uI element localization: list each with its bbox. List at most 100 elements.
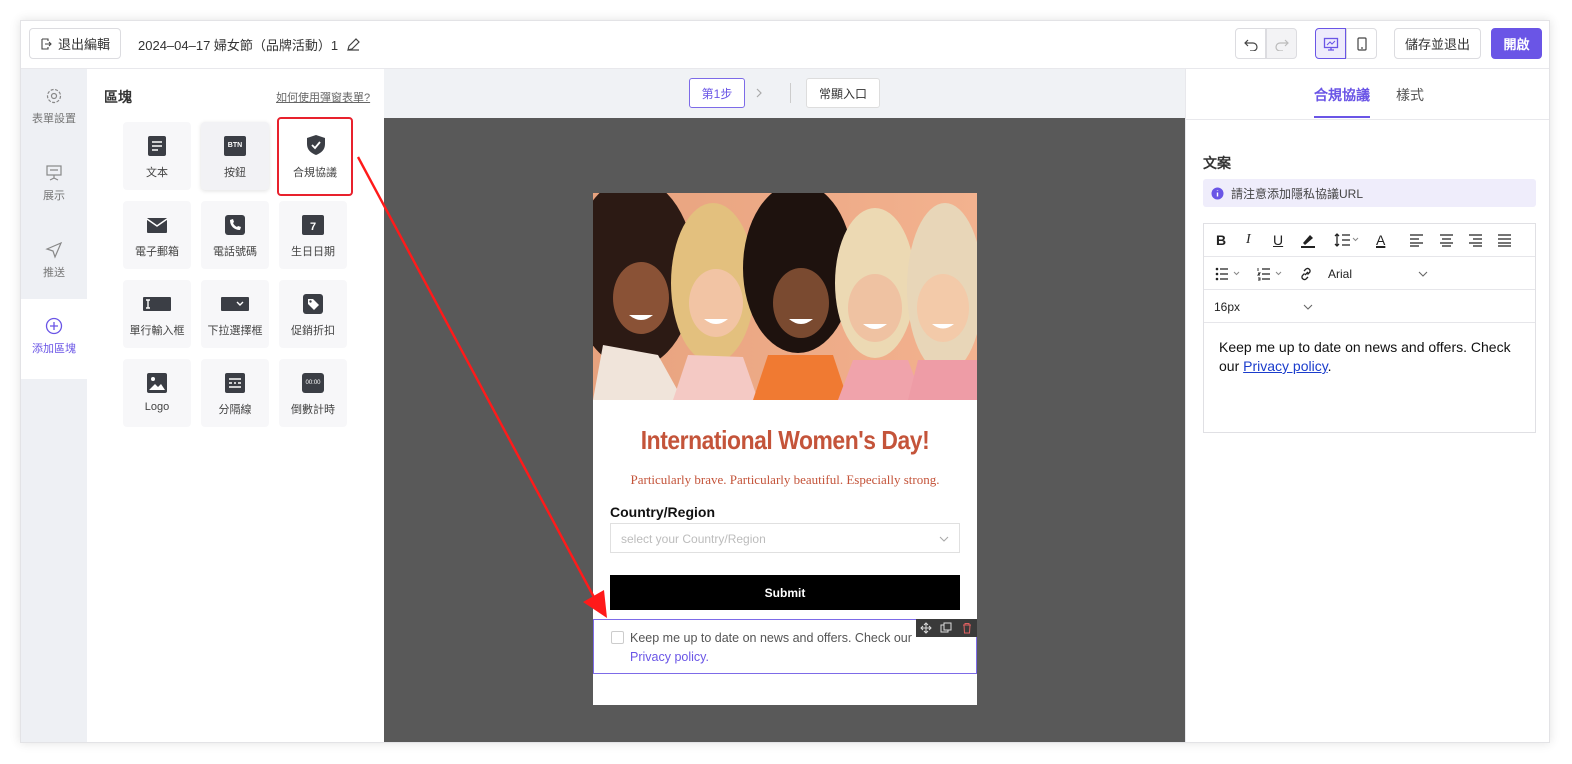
submit-button[interactable]: Submit xyxy=(610,575,960,610)
nav-form-settings[interactable]: 表單設置 xyxy=(21,87,87,126)
align-right-icon[interactable] xyxy=(1468,233,1483,247)
text-icon xyxy=(148,136,166,156)
button-icon: BTN xyxy=(224,136,246,156)
edit-pencil-icon[interactable] xyxy=(346,37,361,52)
exit-edit-label: 退出編輯 xyxy=(57,37,110,52)
block-mini-toolbar xyxy=(916,619,977,637)
privacy-notice-text: 請注意添加隱私協議URL xyxy=(1231,186,1364,201)
hero-image xyxy=(593,193,977,400)
editor-content-end: . xyxy=(1327,358,1332,374)
form-subheading: Particularly brave. Particularly beautif… xyxy=(630,472,940,487)
highlight-icon[interactable] xyxy=(1300,232,1316,249)
canvas-header: 第1步 常顯入口 xyxy=(384,69,1185,118)
tab-compliance[interactable]: 合規協議 xyxy=(1314,85,1370,105)
italic-icon[interactable]: I xyxy=(1246,232,1251,248)
block-tile-label: Logo xyxy=(144,401,170,413)
block-tile-label: 合規協議 xyxy=(293,167,337,179)
block-tile-discount[interactable]: 促銷折扣 xyxy=(279,280,347,348)
line-height-icon[interactable] xyxy=(1333,232,1359,248)
send-icon xyxy=(45,241,63,259)
font-family-select[interactable]: Arial xyxy=(1328,267,1352,281)
properties-panel: 合規協議 樣式 文案 請注意添加隱私協議URL B I U A Arial 16… xyxy=(1185,69,1549,742)
privacy-policy-link[interactable]: Privacy policy. xyxy=(630,650,709,664)
mobile-view-button[interactable] xyxy=(1346,28,1377,59)
block-tile-label: 按鈕 xyxy=(224,167,246,179)
block-tile-phone[interactable]: 電話號碼 xyxy=(201,201,269,269)
document-title-text: 2024–04–17 婦女節（品牌活動）1 xyxy=(138,38,339,53)
align-center-icon[interactable] xyxy=(1439,233,1454,247)
editor-toolbar-row-2: Arial xyxy=(1204,257,1535,290)
bullet-list-icon[interactable] xyxy=(1215,267,1241,281)
input-icon xyxy=(143,297,171,311)
block-tile-divider[interactable]: 分隔線 xyxy=(201,359,269,427)
link-icon[interactable] xyxy=(1298,266,1314,282)
privacy-notice: 請注意添加隱私協議URL xyxy=(1203,179,1536,207)
save-exit-button[interactable]: 儲存並退出 xyxy=(1394,28,1481,59)
block-tile-email[interactable]: 電子郵箱 xyxy=(123,201,191,269)
duplicate-icon[interactable] xyxy=(940,622,952,634)
consent-checkbox[interactable] xyxy=(611,631,624,644)
block-tile-label: 生日日期 xyxy=(291,246,335,258)
bold-icon[interactable]: B xyxy=(1216,232,1226,248)
desktop-icon xyxy=(1323,37,1338,51)
block-tile-label: 促銷折扣 xyxy=(291,325,335,337)
nav-label: 展示 xyxy=(43,190,65,202)
copy-section-title: 文案 xyxy=(1203,155,1231,171)
tab-style[interactable]: 樣式 xyxy=(1396,85,1424,105)
blocks-help-link[interactable]: 如何使用彈窗表單? xyxy=(276,89,370,105)
numbered-list-icon[interactable] xyxy=(1257,267,1283,281)
move-icon[interactable] xyxy=(920,622,932,634)
open-label: 開啟 xyxy=(1503,37,1530,52)
editor-toolbar-row-3: 16px xyxy=(1204,290,1535,323)
gear-icon xyxy=(46,88,62,104)
block-tile-label: 下拉選擇框 xyxy=(207,325,263,337)
editor-content[interactable]: Keep me up to date on news and offers. C… xyxy=(1219,338,1519,376)
undo-icon xyxy=(1243,39,1258,51)
step-1-button[interactable]: 第1步 xyxy=(689,78,745,108)
divider-icon xyxy=(225,373,245,393)
block-tile-birthday[interactable]: 7 生日日期 xyxy=(279,201,347,269)
left-nav: 表單設置 展示 推送 添加區塊 xyxy=(21,69,87,742)
block-tile-text[interactable]: 文本 xyxy=(123,122,191,190)
nav-display[interactable]: 展示 xyxy=(21,164,87,203)
block-tile-button[interactable]: BTN 按鈕 xyxy=(201,122,269,190)
persistent-entry-button[interactable]: 常顯入口 xyxy=(806,78,880,108)
block-tile-input[interactable]: 單行輸入框 xyxy=(123,280,191,348)
font-color-icon[interactable]: A xyxy=(1376,232,1385,248)
country-select[interactable]: select your Country/Region xyxy=(610,523,960,553)
dropdown-icon xyxy=(221,297,249,311)
underline-icon[interactable]: U xyxy=(1273,232,1283,248)
block-tile-logo[interactable]: Logo xyxy=(123,359,191,427)
nav-add-block[interactable]: 添加區塊 xyxy=(21,299,87,379)
mobile-icon xyxy=(1356,36,1367,51)
font-size-select[interactable]: 16px xyxy=(1214,300,1240,314)
block-tile-countdown[interactable]: 00:00 倒數計時 xyxy=(279,359,347,427)
editor-privacy-link[interactable]: Privacy policy xyxy=(1243,358,1328,374)
blocks-title: 區塊 xyxy=(104,89,132,105)
open-button[interactable]: 開啟 xyxy=(1491,28,1542,59)
block-tile-label: 文本 xyxy=(146,167,168,179)
nav-push[interactable]: 推送 xyxy=(21,241,87,280)
calendar-icon-day: 7 xyxy=(309,221,317,233)
chevron-down-icon xyxy=(1303,304,1313,310)
tab-underline xyxy=(1314,116,1370,118)
header-divider xyxy=(790,83,791,103)
presentation-icon xyxy=(46,165,62,181)
align-justify-icon[interactable] xyxy=(1497,233,1512,247)
hero-photo xyxy=(593,193,977,400)
rich-text-editor: B I U A Arial 16px Keep me up to date on… xyxy=(1203,223,1536,433)
calendar-icon: 7 xyxy=(302,215,324,235)
block-tile-compliance[interactable]: 合規協議 xyxy=(277,117,353,196)
properties-tabs: 合規協議 樣式 xyxy=(1186,69,1549,120)
phone-icon xyxy=(225,215,245,235)
delete-icon[interactable] xyxy=(961,622,973,634)
align-left-icon[interactable] xyxy=(1409,233,1424,247)
plus-circle-icon xyxy=(45,317,63,335)
consent-text: Keep me up to date on news and offers. C… xyxy=(630,629,930,667)
block-tile-dropdown[interactable]: 下拉選擇框 xyxy=(201,280,269,348)
undo-button[interactable] xyxy=(1235,28,1266,59)
desktop-view-button[interactable] xyxy=(1315,28,1346,59)
redo-button[interactable] xyxy=(1266,28,1297,59)
exit-edit-button[interactable]: 退出編輯 xyxy=(29,28,121,59)
editor-toolbar-row-1: B I U A xyxy=(1204,224,1535,257)
